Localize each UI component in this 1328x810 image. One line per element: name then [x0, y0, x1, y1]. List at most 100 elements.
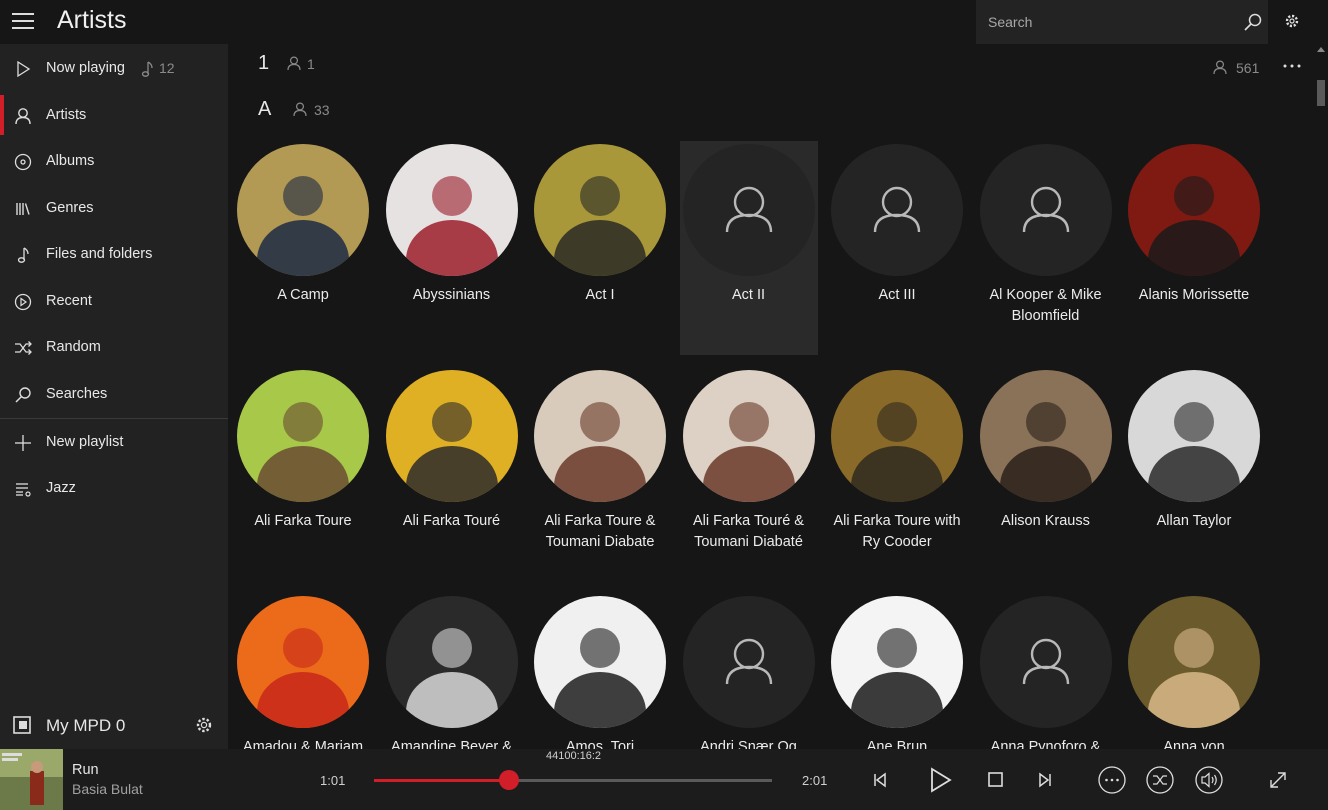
artist-photo: [385, 370, 518, 502]
artist-photo: [237, 596, 369, 728]
search-input[interactable]: [976, 0, 1226, 44]
artist-tile[interactable]: Allan Taylor: [1125, 367, 1263, 581]
title-bar: Artists: [0, 0, 1328, 44]
hamburger-menu-icon[interactable]: [12, 13, 34, 31]
artist-name: Al Kooper & Mike Bloomfield: [989, 287, 1102, 324]
artist-tile[interactable]: Andri Snær Og: [680, 593, 818, 749]
play-icon: [17, 60, 31, 78]
sidebar-item-albums[interactable]: Albums: [0, 138, 228, 184]
options-circle-icon[interactable]: [1097, 765, 1127, 795]
artist-name: Act I: [585, 287, 615, 303]
sidebar-item-label: Now playing: [46, 60, 125, 76]
group-header-a[interactable]: A: [258, 98, 271, 121]
sidebar-item-label: New playlist: [46, 434, 124, 450]
sidebar-item-label: Searches: [46, 386, 108, 402]
sidebar-item-searches[interactable]: Searches: [0, 371, 228, 417]
artist-name: Ali Farka Touré: [402, 513, 501, 529]
seek-progress: [374, 779, 510, 782]
next-track-icon[interactable]: [1031, 766, 1059, 794]
seek-bar[interactable]: [374, 770, 772, 790]
search-icon: [15, 387, 31, 403]
artist-tile[interactable]: Amos, Tori: [531, 593, 669, 749]
artist-tile[interactable]: Act II: [679, 141, 818, 355]
sidebar-item-new-playlist[interactable]: New playlist: [0, 419, 228, 465]
artist-name: Anna Pynoforo &: [990, 739, 1101, 749]
server-icon: [13, 716, 31, 734]
artist-photo: [1128, 370, 1260, 502]
previous-track-icon[interactable]: [866, 766, 894, 794]
song-title: Run: [72, 762, 99, 778]
sidebar-item-label: Artists: [46, 107, 87, 123]
sidebar-item-files-and-folders[interactable]: Files and folders: [0, 231, 228, 277]
music-note-icon: [141, 61, 153, 77]
artist-photo: [682, 370, 815, 502]
artist-photo: [1128, 596, 1260, 728]
plus-icon: [15, 435, 31, 451]
now-playing-count: 12: [159, 60, 175, 76]
artist-tile[interactable]: Ali Farka Toure with Ry Cooder: [828, 367, 966, 581]
artist-tile[interactable]: Alison Krauss: [977, 367, 1115, 581]
artist-tile[interactable]: Ane Brun: [828, 593, 966, 749]
artist-tile[interactable]: Act III: [828, 141, 966, 355]
artist-photo: [385, 596, 518, 728]
artist-tile[interactable]: Amadou & Mariam: [234, 593, 372, 749]
person-icon: [1213, 60, 1227, 75]
sidebar-item-genres[interactable]: Genres: [0, 185, 228, 231]
artist-tile[interactable]: Ali Farka Toure & Toumani Diabate: [531, 367, 669, 581]
total-artist-count: 561: [1236, 60, 1260, 76]
artist-tile[interactable]: Alanis Morissette: [1125, 141, 1263, 355]
scroll-thumb[interactable]: [1317, 80, 1325, 106]
artist-tile[interactable]: Amandine Beyer &: [383, 593, 521, 749]
artist-tile[interactable]: Anna Pynoforo &: [977, 593, 1115, 749]
music-note-icon: [17, 247, 29, 263]
fullscreen-icon[interactable]: [1265, 767, 1291, 793]
volume-icon[interactable]: [1194, 765, 1224, 795]
sidebar-item-artists[interactable]: Artists: [0, 92, 228, 138]
play-icon[interactable]: [924, 764, 956, 796]
person-icon: [15, 108, 31, 125]
artist-photo: [534, 596, 666, 728]
artist-name: A Camp: [277, 287, 329, 303]
sidebar-item-label: Random: [46, 339, 101, 355]
artist-name: Ali Farka Toure with Ry Cooder: [833, 513, 961, 550]
more-options-icon[interactable]: [1280, 56, 1304, 76]
artist-name: Amadou & Mariam: [242, 739, 364, 749]
artist-name: Ali Farka Toure: [254, 513, 352, 529]
sidebar-item-jazz[interactable]: Jazz: [0, 465, 228, 511]
search-icon[interactable]: [1243, 12, 1263, 32]
library-icon: [16, 203, 30, 215]
settings-gear-icon[interactable]: [1283, 12, 1301, 30]
scrollbar[interactable]: [1314, 44, 1328, 749]
sidebar-item-label: Files and folders: [46, 246, 153, 262]
server-settings-gear-icon[interactable]: [195, 716, 213, 734]
sidebar-item-label: Recent: [46, 293, 92, 309]
shuffle-toggle-icon[interactable]: [1145, 765, 1175, 795]
stop-icon[interactable]: [982, 766, 1010, 794]
artist-tile[interactable]: A Camp: [234, 141, 372, 355]
artist-tile[interactable]: Act I: [531, 141, 669, 355]
scroll-up-arrow-icon[interactable]: [1317, 46, 1325, 54]
person-icon: [293, 102, 307, 117]
player-bar: Run Basia Bulat 44100:16:2 1:01 2:01: [0, 749, 1328, 810]
artist-tile[interactable]: Abyssinians: [383, 141, 521, 355]
shuffle-icon: [15, 341, 32, 355]
artist-tile[interactable]: Anna von: [1125, 593, 1263, 749]
server-selector[interactable]: My MPD 0: [0, 702, 228, 748]
artist-placeholder-icon: [682, 596, 815, 728]
artist-photo: [385, 144, 518, 276]
audio-format: 44100:16:2: [546, 750, 602, 762]
seek-thumb[interactable]: [499, 770, 520, 790]
album-cover[interactable]: [0, 749, 63, 810]
sidebar-item-now-playing[interactable]: Now playing 12: [0, 45, 228, 91]
artist-photo: [831, 596, 963, 728]
artist-tile[interactable]: Ali Farka Touré & Toumani Diabaté: [680, 367, 818, 581]
artist-tile[interactable]: Ali Farka Toure: [234, 367, 372, 581]
artist-tile[interactable]: Al Kooper & Mike Bloomfield: [977, 141, 1115, 355]
server-name: My MPD 0: [46, 716, 126, 735]
sidebar-item-recent[interactable]: Recent: [0, 278, 228, 324]
artist-tile[interactable]: Ali Farka Touré: [383, 367, 521, 581]
group-header-1[interactable]: 1: [258, 52, 269, 75]
artist-name: Ali Farka Toure & Toumani Diabate: [544, 513, 656, 550]
artist-name: Alison Krauss: [1001, 513, 1090, 529]
sidebar-item-random[interactable]: Random: [0, 324, 228, 370]
